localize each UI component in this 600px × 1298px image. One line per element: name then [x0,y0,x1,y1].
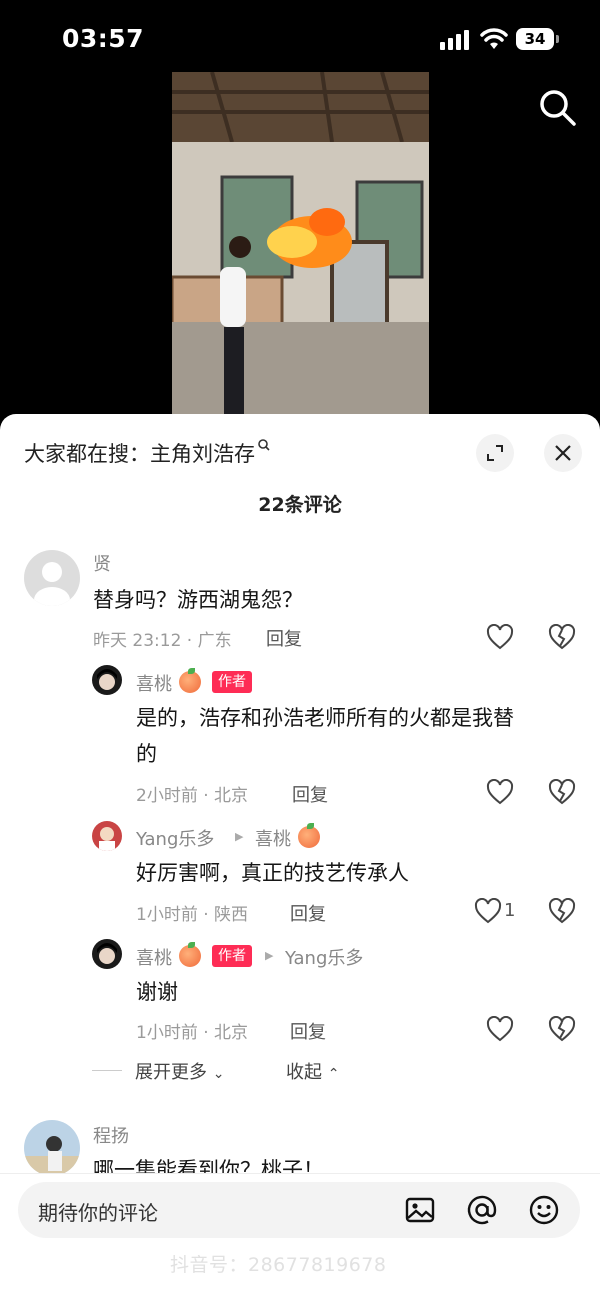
video-thumbnail[interactable] [172,72,429,417]
reply-button[interactable]: 回复 [292,781,328,807]
reply-meta: 2小时前 · 北京 [136,786,249,806]
trending-search[interactable]: 大家都在搜：主角刘浩存 [24,438,271,468]
comment-count: 22条评论 [258,494,342,516]
like-count: 1 [504,900,516,921]
close-icon [555,445,571,461]
user-avatar-icon [99,827,115,851]
expand-more-button[interactable]: 展开更多 ⌄ [135,1058,224,1084]
trending-prefix: 大家都在搜： [24,442,150,466]
collapse-label: 收起 [286,1062,322,1083]
like-heart-icon[interactable] [486,779,514,805]
expand-icon [487,445,503,461]
author-badge: 作者 [212,671,252,693]
reply-to-arrow-icon: ▶ [235,830,244,843]
expand-button[interactable] [476,434,514,472]
status-bar: 03:57 34 [0,0,600,80]
comment-input-bar: 期待你的评论 [0,1173,600,1298]
avatar[interactable] [92,665,122,695]
watermark: 抖音号：28677819678 [170,1254,387,1276]
comment-text: 替身吗？游西湖鬼怨？ [93,588,303,612]
reply-username[interactable]: Yang乐多 [136,825,214,851]
comment-input[interactable]: 期待你的评论 [18,1182,580,1238]
reply-to-arrow-icon: ▶ [265,949,274,962]
avatar[interactable] [24,550,80,606]
mention-icon[interactable] [466,1194,498,1226]
thread-divider [92,1070,122,1071]
dislike-heart-icon[interactable] [548,1016,576,1042]
dislike-heart-icon[interactable] [548,898,576,924]
comment-sheet: 大家都在搜：主角刘浩存 22条评论 贤 替身吗？游西湖鬼怨？ 昨天 23:12 … [0,414,600,1298]
wifi-icon [480,28,508,49]
reply-button[interactable]: 回复 [290,1018,326,1044]
expand-more-label: 展开更多 [135,1062,207,1083]
close-button[interactable] [544,434,582,472]
default-avatar-icon [34,562,70,606]
cellular-signal-icon [440,30,469,50]
user-avatar-icon [24,1136,80,1176]
collapse-button[interactable]: 收起 ⌃ [286,1058,339,1084]
reply-meta: 1小时前 · 陕西 [136,905,249,925]
battery-level: 34 [516,28,554,50]
comment-input-placeholder: 期待你的评论 [38,1201,158,1225]
reply-button[interactable]: 回复 [266,625,302,651]
emoji-icon[interactable] [528,1194,560,1226]
reply-username[interactable]: 喜桃 [136,670,172,696]
status-time: 03:57 [62,24,145,53]
avatar[interactable] [24,1120,80,1176]
small-search-icon [258,439,270,451]
reply-meta: 1小时前 · 北京 [136,1023,249,1043]
avatar[interactable] [92,939,122,969]
like-heart-icon[interactable] [474,898,502,924]
like-heart-icon[interactable] [486,624,514,650]
dislike-heart-icon[interactable] [548,624,576,650]
reply-username[interactable]: 喜桃 [136,944,172,970]
battery-icon: 34 [516,28,560,50]
peach-emoji-icon [179,942,201,967]
reply-text: 是的，浩存和孙浩老师所有的火都是我替 [136,706,514,730]
comment-username[interactable]: 贤 [93,550,111,576]
user-avatar-icon [97,669,117,690]
reply-to-username[interactable]: Yang乐多 [285,944,363,970]
reply-text: 的 [136,742,157,766]
user-avatar-icon [97,943,117,964]
reply-text: 谢谢 [136,980,178,1004]
like-heart-icon[interactable] [486,1016,514,1042]
peach-emoji-icon [298,823,320,848]
trending-term[interactable]: 主角刘浩存 [150,442,255,466]
author-badge: 作者 [212,945,252,967]
reply-to-username[interactable]: 喜桃 [255,825,291,851]
image-icon[interactable] [404,1194,436,1226]
chevron-down-icon: ⌄ [212,1066,225,1082]
comment-meta: 昨天 23:12 · 广东 [93,631,232,651]
search-icon[interactable] [536,86,578,128]
peach-emoji-icon [179,668,201,693]
avatar[interactable] [92,821,122,851]
reply-button[interactable]: 回复 [290,900,326,926]
dislike-heart-icon[interactable] [548,779,576,805]
chevron-up-icon: ⌃ [327,1066,340,1082]
comment-username[interactable]: 程扬 [93,1122,129,1148]
reply-text: 好厉害啊，真正的技艺传承人 [136,861,409,885]
